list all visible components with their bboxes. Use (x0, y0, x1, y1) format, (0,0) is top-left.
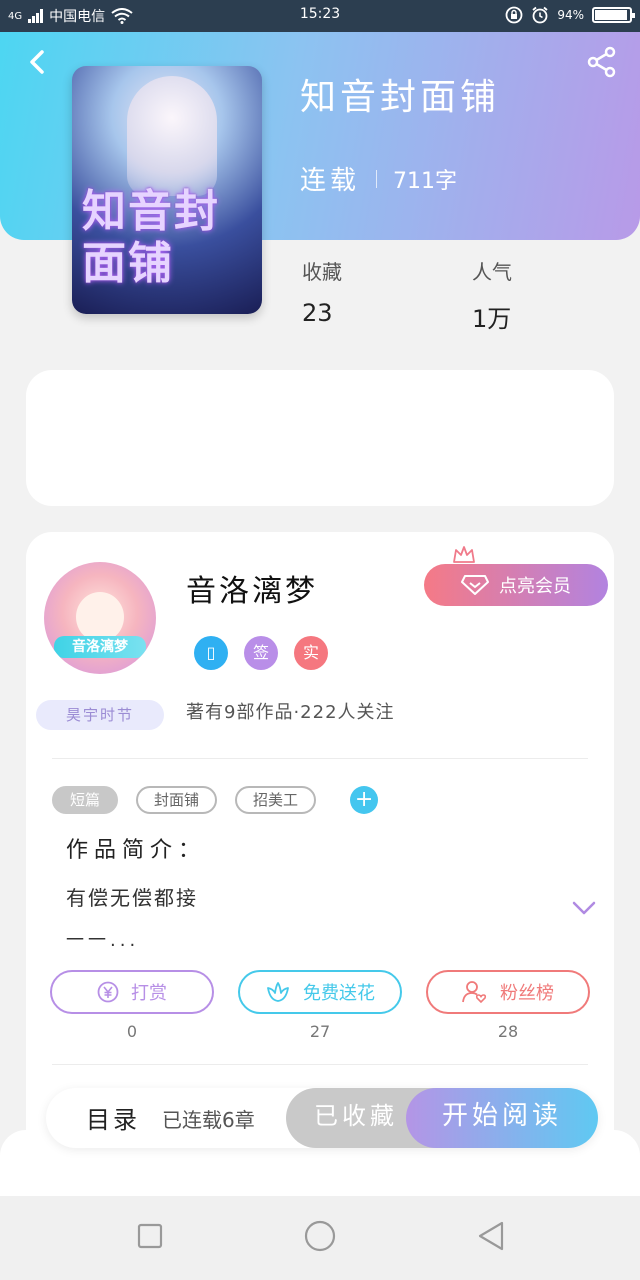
fans-count: 28 (497, 1022, 519, 1041)
divider (52, 1064, 588, 1065)
catalog-button[interactable]: 目录 (86, 1100, 140, 1135)
battery-percent: 94% (557, 8, 584, 22)
author-badges: ▯ 签 实 (194, 636, 328, 670)
intro-text: 有偿无偿都接 (66, 886, 198, 910)
cover-title-art: 知音封面铺 (82, 186, 220, 289)
tag-item[interactable]: 短篇 (52, 786, 119, 814)
book-meta: 连载 711字 (300, 160, 457, 197)
back-button[interactable] (20, 44, 56, 80)
author-title-badge: 昊宇时节 (36, 700, 164, 730)
send-flower-button[interactable]: 免费送花 (238, 970, 402, 1014)
intro-more: 一一... (66, 930, 140, 951)
stat-value: 1万 (472, 305, 512, 333)
author-description: 著有9部作品·222人关注 (186, 702, 395, 723)
tag-item[interactable]: 封面铺 (136, 786, 218, 814)
stat-label: 收藏 (302, 260, 342, 284)
reward-count: 0 (126, 1022, 138, 1041)
status-bar: 4G 中国电信 15:23 94% (0, 0, 640, 32)
fans-ranking-label: 粉丝榜 (500, 983, 554, 1004)
flower-count: 27 (309, 1022, 331, 1041)
serial-status: 连载 (300, 166, 361, 196)
stat-favorites: 收藏 23 (302, 256, 342, 327)
book-cover[interactable]: 知音封面铺 (72, 66, 262, 314)
tag-item[interactable]: 招美工 (235, 786, 317, 814)
fans-ranking-button[interactable]: 粉丝榜 (426, 970, 590, 1014)
author-card: 音洛漓梦 昊宇时节 音洛漓梦 点亮会员 ▯ 签 实 著有9部作品·222人关注 … (26, 532, 614, 1152)
send-flower-label: 免费送花 (303, 983, 375, 1004)
chevron-down-icon[interactable] (572, 900, 596, 916)
phone-badge-icon: ▯ (194, 636, 228, 670)
signed-badge: 签 (244, 636, 278, 670)
cover-illustration (127, 76, 217, 196)
word-count: 711字 (393, 168, 458, 194)
stat-popularity: 人气 1万 (472, 256, 512, 334)
crown-icon (453, 546, 475, 563)
reward-button[interactable]: 打赏 (50, 970, 214, 1014)
divider (52, 758, 588, 759)
recents-icon[interactable] (130, 1216, 170, 1256)
reward-label: 打赏 (131, 983, 167, 1004)
vip-button[interactable]: 点亮会员 (424, 564, 608, 606)
book-title: 知音封面铺 (300, 77, 501, 118)
flower-icon (267, 982, 289, 1002)
avatar-label: 音洛漓梦 (54, 636, 146, 658)
serial-chapter-count: 已连载6章 (162, 1108, 255, 1132)
alarm-icon (532, 6, 548, 24)
read-bar: 目录 已连载6章 已收藏 开始阅读 (46, 1088, 598, 1148)
share-button[interactable] (584, 44, 620, 80)
stat-label: 人气 (472, 260, 512, 284)
back-triangle-icon[interactable] (472, 1216, 512, 1256)
reward-action: 打赏 0 (50, 970, 214, 1041)
blank-card (26, 370, 614, 506)
battery-icon (592, 7, 635, 23)
home-icon[interactable] (300, 1216, 340, 1256)
vip-button-label: 点亮会员 (499, 576, 571, 597)
author-name[interactable]: 音洛漓梦 (186, 566, 318, 610)
lock-rotation-icon (505, 6, 523, 24)
yen-icon (97, 981, 119, 1003)
fan-icon (462, 981, 487, 1004)
flower-action: 免费送花 27 (238, 970, 402, 1041)
avatar-face (76, 592, 124, 642)
fans-action: 粉丝榜 28 (426, 970, 590, 1041)
start-reading-button[interactable]: 开始阅读 (406, 1088, 598, 1148)
intro-title: 作品简介： (66, 838, 207, 863)
diamond-icon (461, 575, 489, 595)
verified-badge: 实 (294, 636, 328, 670)
stat-value: 23 (302, 299, 333, 327)
action-row: 打赏 0 免费送花 27 粉丝榜 28 (50, 970, 590, 1041)
system-nav-bar (0, 1196, 640, 1280)
meta-divider (376, 169, 378, 188)
add-tag-icon[interactable]: + (350, 786, 379, 814)
author-avatar[interactable]: 音洛漓梦 (44, 562, 156, 674)
tag-list: 短篇 封面铺 招美工 + (52, 786, 379, 814)
